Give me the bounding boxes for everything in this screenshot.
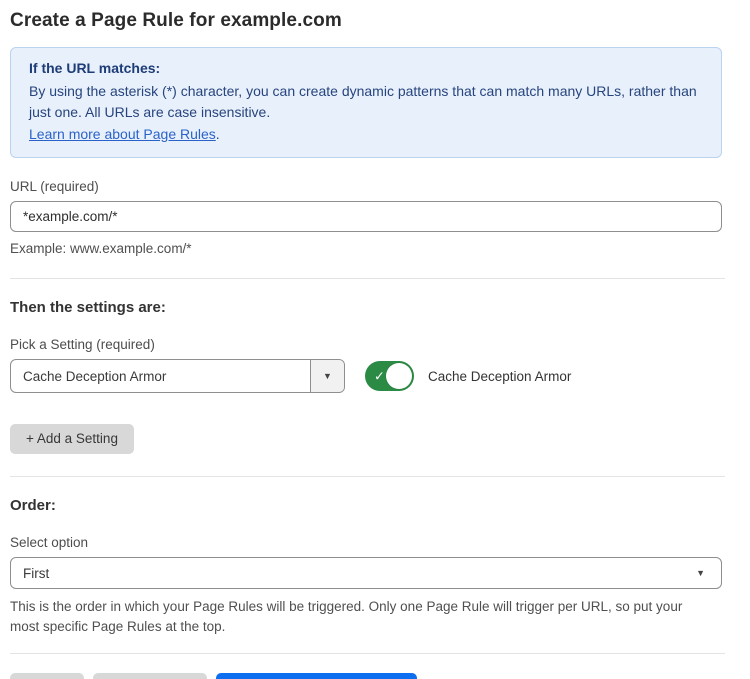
add-setting-button[interactable]: + Add a Setting: [10, 424, 134, 454]
save-and-deploy-button[interactable]: Save and Deploy Page Rule: [216, 673, 418, 679]
chevron-down-icon: ▼: [696, 568, 721, 578]
url-input[interactable]: [10, 201, 722, 232]
section-divider: [10, 476, 725, 477]
create-page-rule-form: Create a Page Rule for example.com If th…: [10, 0, 725, 679]
cancel-button[interactable]: Cancel: [10, 673, 84, 679]
check-icon: ✓: [374, 370, 385, 383]
url-match-info-box: If the URL matches: By using the asteris…: [10, 47, 722, 158]
info-box-heading: If the URL matches:: [29, 58, 703, 80]
chevron-down-icon[interactable]: ▼: [310, 360, 344, 392]
info-box-link-line: Learn more about Page Rules.: [29, 124, 703, 146]
link-suffix-text: .: [216, 126, 220, 142]
order-select-label: Select option: [10, 535, 725, 550]
url-helper-text: Example: www.example.com/*: [10, 239, 715, 259]
dropdown-arrow-glyph: ▼: [323, 371, 332, 381]
toggle-knob: [386, 363, 412, 389]
setting-toggle-label: Cache Deception Armor: [428, 369, 571, 384]
order-helper-text: This is the order in which your Page Rul…: [10, 597, 715, 637]
footer-actions: Cancel Save as Draft Save and Deploy Pag…: [10, 673, 725, 679]
settings-section-heading: Then the settings are:: [10, 299, 725, 316]
setting-select[interactable]: Cache Deception Armor ▼: [10, 359, 345, 393]
footer-divider: [10, 653, 725, 654]
setting-row: Cache Deception Armor ▼ ✓ Cache Deceptio…: [10, 359, 725, 393]
url-label: URL (required): [10, 179, 725, 194]
pick-setting-label: Pick a Setting (required): [10, 337, 725, 352]
setting-toggle[interactable]: ✓: [365, 361, 414, 391]
page-title: Create a Page Rule for example.com: [10, 10, 725, 32]
info-box-body: By using the asterisk (*) character, you…: [29, 81, 703, 124]
learn-more-link[interactable]: Learn more about Page Rules: [29, 126, 216, 142]
order-select[interactable]: First ▼: [10, 557, 722, 589]
section-divider: [10, 278, 725, 279]
save-as-draft-button[interactable]: Save as Draft: [93, 673, 207, 679]
setting-select-value: Cache Deception Armor: [11, 369, 310, 384]
order-section-heading: Order:: [10, 497, 725, 514]
order-select-value: First: [11, 566, 696, 581]
